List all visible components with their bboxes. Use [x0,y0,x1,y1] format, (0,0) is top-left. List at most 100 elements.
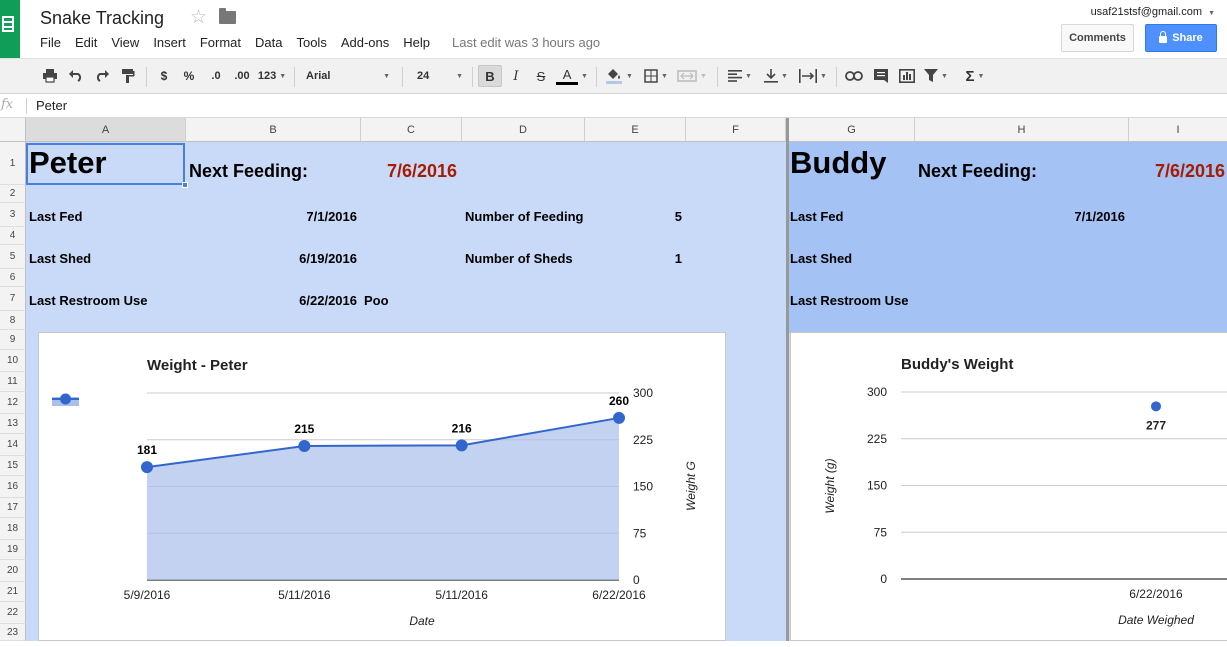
buddy-name-cell[interactable]: Buddy [790,145,886,181]
peter-last-fed-value[interactable]: 7/1/2016 [240,209,357,224]
comments-button[interactable]: Comments [1061,24,1134,52]
menu-data[interactable]: Data [255,35,282,50]
fill-handle[interactable] [182,182,188,188]
column-header-d[interactable]: D [462,118,585,142]
column-header-a[interactable]: A [26,118,186,142]
italic-button[interactable]: I [506,65,526,87]
row-header-4[interactable]: 4 [0,227,26,245]
buddy-last-fed-value[interactable]: 7/1/2016 [1040,209,1125,224]
chart-legend[interactable] [52,393,79,407]
column-header-b[interactable]: B [186,118,361,142]
menu-file[interactable]: File [40,35,61,50]
currency-format-button[interactable]: $ [155,65,173,87]
peter-num-feeding-label[interactable]: Number of Feeding [465,209,583,224]
column-header-e[interactable]: E [585,118,686,142]
percent-format-button[interactable]: % [180,65,198,87]
row-header-14[interactable]: 14 [0,434,26,456]
bold-button[interactable]: B [478,65,502,87]
align-left-icon[interactable]: ▼ [724,65,756,87]
undo-icon[interactable] [66,65,86,87]
peter-restroom-type[interactable]: Poo [364,293,389,308]
row-header-2[interactable]: 2 [0,185,26,203]
menu-edit[interactable]: Edit [75,35,97,50]
row-header-8[interactable]: 8 [0,311,26,330]
row-header-6[interactable]: 6 [0,269,26,287]
document-title[interactable]: Snake Tracking [40,8,164,29]
fill-color-icon[interactable]: ▼ [603,65,635,87]
text-color-button[interactable]: A ▼ [555,65,589,87]
font-size-select[interactable]: 24 ▼ [413,65,467,87]
row-header-23[interactable]: 23 [0,624,26,641]
row-header-19[interactable]: 19 [0,540,26,560]
increase-decimal-button[interactable]: .00 [231,65,253,87]
column-header-h[interactable]: H [915,118,1129,142]
menu-addons[interactable]: Add-ons [341,35,389,50]
wrap-icon[interactable]: ▼ [796,65,830,87]
buddy-next-feeding-date[interactable]: 7/6/2016 [1155,161,1225,182]
print-icon[interactable] [40,65,60,87]
row-header-7[interactable]: 7 [0,287,26,311]
account-menu[interactable]: usaf21stsf@gmail.com ▼ [1091,6,1215,18]
menu-insert[interactable]: Insert [153,35,186,50]
link-icon[interactable] [843,65,865,87]
peter-weight-chart[interactable]: Weight - Peter 181 215 216 260 0 75 150 225 300… [38,332,726,641]
peter-last-restroom-value[interactable]: 6/22/2016 [240,293,357,308]
buddy-weight-chart[interactable]: Buddy's Weight 277 0 75 150 225 300 6/22/201… [790,332,1227,641]
filter-icon[interactable]: ▼ [921,65,951,87]
row-header-13[interactable]: 13 [0,414,26,434]
peter-num-sheds-value[interactable]: 1 [640,251,682,266]
row-header-15[interactable]: 15 [0,456,26,476]
peter-last-restroom-label[interactable]: Last Restroom Use [29,293,147,308]
row-header-17[interactable]: 17 [0,498,26,518]
sheets-logo-icon[interactable] [0,0,20,58]
merge-icon[interactable]: ▼ [674,65,710,87]
peter-num-sheds-label[interactable]: Number of Sheds [465,251,573,266]
borders-icon[interactable]: ▼ [641,65,671,87]
formula-input[interactable]: Peter [36,98,67,113]
folder-icon[interactable] [219,8,236,24]
menu-tools[interactable]: Tools [296,35,326,50]
valign-bottom-icon[interactable]: ▼ [760,65,792,87]
row-header-20[interactable]: 20 [0,560,26,582]
row-header-16[interactable]: 16 [0,476,26,498]
comment-icon[interactable] [870,65,892,87]
column-header-i[interactable]: I [1129,118,1227,142]
buddy-next-feeding-label[interactable]: Next Feeding: [918,161,1037,182]
buddy-last-restroom-label[interactable]: Last Restroom Use [790,293,908,308]
peter-last-fed-label[interactable]: Last Fed [29,209,82,224]
peter-next-feeding-label[interactable]: Next Feeding: [189,161,308,182]
decrease-decimal-button[interactable]: .0 [205,65,227,87]
peter-next-feeding-date[interactable]: 7/6/2016 [387,161,457,182]
row-header-12[interactable]: 12 [0,392,26,414]
row-header-10[interactable]: 10 [0,350,26,372]
more-formats-button[interactable]: 123 ▼ [256,65,288,87]
last-edit-status[interactable]: Last edit was 3 hours ago [452,35,600,50]
chart-icon[interactable] [896,65,918,87]
menu-view[interactable]: View [111,35,139,50]
active-cell-selection[interactable] [26,143,185,185]
row-header-21[interactable]: 21 [0,582,26,602]
paint-format-icon[interactable] [118,65,138,87]
row-header-3[interactable]: 3 [0,203,26,227]
row-header-9[interactable]: 9 [0,330,26,350]
buddy-last-shed-label[interactable]: Last Shed [790,251,852,266]
menu-help[interactable]: Help [403,35,430,50]
buddy-last-fed-label[interactable]: Last Fed [790,209,843,224]
menu-format[interactable]: Format [200,35,241,50]
peter-last-shed-value[interactable]: 6/19/2016 [240,251,357,266]
select-all-corner[interactable] [0,118,26,142]
row-header-22[interactable]: 22 [0,602,26,624]
row-header-5[interactable]: 5 [0,245,26,269]
star-icon[interactable]: ☆ [190,6,207,29]
row-header-1[interactable]: 1 [0,142,26,185]
font-family-select[interactable]: Arial ▼ [302,65,394,87]
column-header-g[interactable]: G [789,118,915,142]
strikethrough-button[interactable]: S [531,65,551,87]
row-header-18[interactable]: 18 [0,518,26,540]
column-header-f[interactable]: F [686,118,786,142]
column-header-c[interactable]: C [361,118,462,142]
peter-last-shed-label[interactable]: Last Shed [29,251,91,266]
sigma-icon[interactable]: Σ ▼ [960,65,990,87]
share-button[interactable]: Share [1145,24,1217,52]
peter-num-feeding-value[interactable]: 5 [640,209,682,224]
